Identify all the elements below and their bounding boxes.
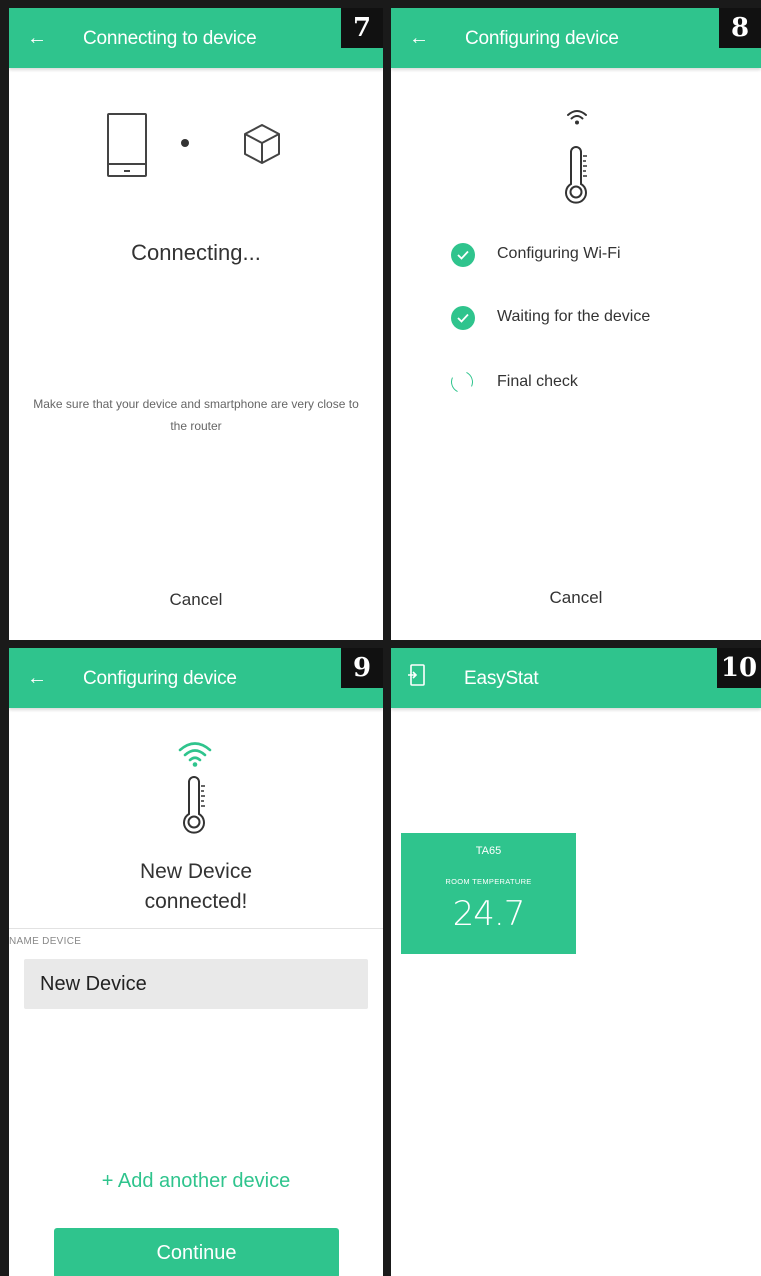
step-number-badge: 9 — [341, 648, 383, 688]
wifi-icon — [567, 110, 587, 125]
back-arrow-icon[interactable]: ← — [27, 26, 47, 50]
device-name-input[interactable] — [24, 959, 368, 1009]
temperature-widget[interactable]: TA65 ROOM TEMPERATURE 24.7 — [401, 833, 576, 954]
cancel-button[interactable]: Cancel — [9, 590, 383, 610]
connected-message-line2: connected! — [144, 890, 248, 913]
app-title: EasyStat — [464, 668, 539, 689]
connecting-status: Connecting... — [131, 240, 261, 265]
back-arrow-icon[interactable]: ← — [27, 666, 47, 690]
panel-dashboard: EasyStat 10 TA65 ROOM TEMPERATURE 24.7 — [391, 648, 761, 1276]
temperature-value: 24.7 — [452, 894, 526, 934]
connected-message-line1: New Device — [139, 860, 253, 883]
cube-device-icon — [244, 124, 280, 164]
step-label: Configuring Wi-Fi — [497, 245, 621, 262]
add-another-device-link[interactable]: + Add another device — [9, 1170, 383, 1193]
widget-device-name: TA65 — [475, 845, 502, 857]
smartphone-icon — [107, 113, 147, 177]
wifi-icon — [178, 742, 212, 767]
thermometer-icon — [565, 146, 587, 204]
app-bar: ← Configuring device — [9, 648, 383, 708]
step-label: Final check — [497, 373, 578, 390]
check-icon — [451, 306, 475, 330]
connection-dot-icon — [181, 139, 189, 147]
widget-label: ROOM TEMPERATURE — [445, 877, 532, 886]
continue-button[interactable]: Continue — [54, 1228, 339, 1276]
screen-title: Connecting to device — [83, 28, 257, 49]
thermometer-icon — [183, 776, 205, 834]
panel-device-connected: ← Configuring device 9 New Device connec… — [9, 648, 383, 1276]
screen-title: Configuring device — [83, 668, 237, 689]
step-number-badge: 7 — [341, 8, 383, 48]
step-number-badge: 10 — [717, 648, 761, 688]
proximity-hint: Make sure that your device and smartphon… — [33, 397, 359, 433]
step-number-badge: 8 — [719, 8, 761, 48]
loading-spinner-icon — [447, 367, 477, 397]
screen-title: Configuring device — [465, 28, 619, 49]
check-icon — [451, 243, 475, 267]
panel-configuring: ← Configuring device 8 Configuring Wi-Fi… — [391, 8, 761, 640]
exit-icon[interactable] — [407, 663, 427, 687]
panel-connecting: ← Connecting to device 7 Connecting... M… — [9, 8, 383, 640]
name-device-label: NAME DEVICE — [9, 936, 82, 947]
back-arrow-icon[interactable]: ← — [409, 26, 429, 50]
divider — [9, 928, 383, 929]
app-bar: EasyStat — [391, 648, 761, 708]
cancel-button[interactable]: Cancel — [391, 588, 761, 608]
app-bar: ← Connecting to device — [9, 8, 383, 68]
app-bar: ← Configuring device — [391, 8, 761, 68]
step-label: Waiting for the device — [497, 308, 651, 325]
